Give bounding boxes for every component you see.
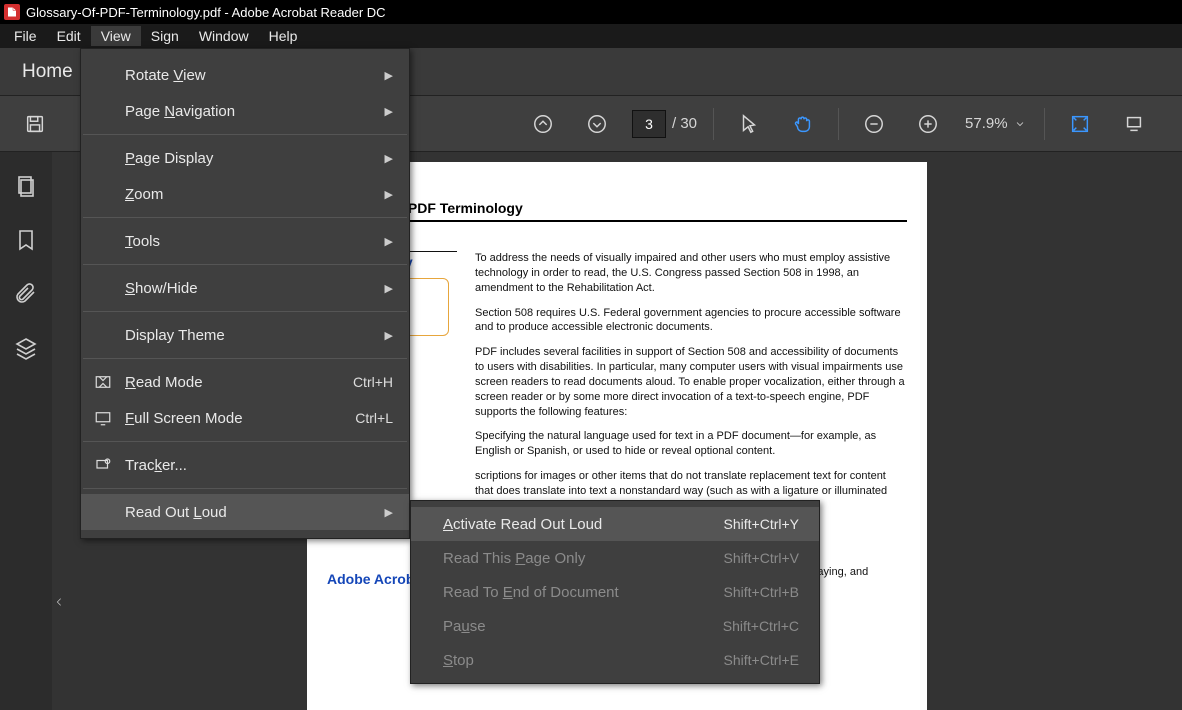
submenu-read-page[interactable]: Read This Page OnlyShift+Ctrl+V (411, 541, 819, 575)
entry-paragraph: PDF includes several facilities in suppo… (475, 345, 907, 419)
titlebar: Glossary-Of-PDF-Terminology.pdf - Adobe … (0, 0, 1182, 24)
left-nav-strip (0, 152, 52, 710)
chevron-right-icon: ▶ (385, 235, 393, 248)
entry-paragraph: To address the needs of visually impaire… (475, 251, 907, 296)
zoom-out-button[interactable] (853, 103, 895, 145)
menu-rotate-view[interactable]: Rotate View▶ (81, 57, 409, 93)
zoom-value: 57.9% (965, 115, 1014, 132)
page-up-button[interactable] (522, 103, 564, 145)
entry-paragraph: Specifying the natural language used for… (475, 429, 907, 459)
menu-separator (83, 264, 407, 265)
thumbnails-icon[interactable] (14, 174, 38, 198)
menu-separator (83, 488, 407, 489)
menu-window[interactable]: Window (189, 26, 259, 46)
chevron-right-icon: ▶ (385, 105, 393, 118)
chevron-right-icon: ▶ (385, 506, 393, 519)
menu-help[interactable]: Help (259, 26, 308, 46)
collapse-nav-button[interactable] (52, 590, 66, 614)
submenu-pause[interactable]: PauseShift+Ctrl+C (411, 609, 819, 643)
menu-separator (83, 441, 407, 442)
chevron-right-icon: ▶ (385, 282, 393, 295)
separator (838, 108, 839, 140)
menu-edit[interactable]: Edit (47, 26, 91, 46)
page-sep: / (672, 115, 676, 132)
attachment-icon[interactable] (14, 282, 38, 306)
submenu-activate[interactable]: Activate Read Out LoudShift+Ctrl+Y (411, 507, 819, 541)
submenu-read-to-end[interactable]: Read To End of DocumentShift+Ctrl+B (411, 575, 819, 609)
bookmark-icon[interactable] (14, 228, 38, 252)
entry-paragraph: scriptions for images or other items tha… (475, 469, 907, 499)
chevron-right-icon: ▶ (385, 188, 393, 201)
page-down-button[interactable] (576, 103, 618, 145)
page-total: 30 (680, 115, 697, 132)
separator (713, 108, 714, 140)
tracker-icon (93, 455, 113, 475)
view-menu-dropdown: Rotate View▶ Page Navigation▶ Page Displ… (80, 48, 410, 539)
page-indicator: / 30 (632, 110, 697, 138)
menu-page-navigation[interactable]: Page Navigation▶ (81, 93, 409, 129)
read-mode-icon (93, 372, 113, 392)
page-display-button[interactable] (1113, 103, 1155, 145)
menu-read-out-loud[interactable]: Read Out Loud▶ (81, 494, 409, 530)
hand-tool-button[interactable] (782, 103, 824, 145)
app-icon (4, 4, 20, 20)
doc-letter: A (327, 228, 907, 249)
chevron-down-icon (1014, 118, 1026, 130)
entry-paragraph: Section 508 requires U.S. Federal govern… (475, 306, 907, 336)
layers-icon[interactable] (14, 336, 38, 360)
chevron-right-icon: ▶ (385, 329, 393, 342)
menu-show-hide[interactable]: Show/Hide▶ (81, 270, 409, 306)
menu-view[interactable]: View (91, 26, 141, 46)
window-title: Glossary-Of-PDF-Terminology.pdf - Adobe … (26, 5, 386, 20)
zoom-dropdown[interactable]: 57.9% (965, 115, 1026, 132)
menu-display-theme[interactable]: Display Theme▶ (81, 317, 409, 353)
fit-page-button[interactable] (1059, 103, 1101, 145)
menu-full-screen[interactable]: Full Screen Mode Ctrl+L (81, 400, 409, 436)
menu-separator (83, 358, 407, 359)
zoom-in-button[interactable] (907, 103, 949, 145)
selection-tool-button[interactable] (728, 103, 770, 145)
menu-page-display[interactable]: Page Display▶ (81, 140, 409, 176)
page-number-input[interactable] (632, 110, 666, 138)
menu-separator (83, 217, 407, 218)
doc-heading: Glossary of PDF Terminology (327, 200, 907, 222)
separator (1044, 108, 1045, 140)
menu-tracker[interactable]: Tracker... (81, 447, 409, 483)
menu-read-mode[interactable]: Read Mode Ctrl+H (81, 364, 409, 400)
menu-separator (83, 134, 407, 135)
menu-separator (83, 311, 407, 312)
chevron-right-icon: ▶ (385, 152, 393, 165)
menu-tools[interactable]: Tools▶ (81, 223, 409, 259)
menubar: File Edit View Sign Window Help (0, 24, 1182, 48)
save-button[interactable] (14, 103, 56, 145)
menu-file[interactable]: File (4, 26, 47, 46)
menu-sign[interactable]: Sign (141, 26, 189, 46)
chevron-right-icon: ▶ (385, 69, 393, 82)
read-out-loud-submenu: Activate Read Out LoudShift+Ctrl+Y Read … (410, 500, 820, 684)
menu-zoom[interactable]: Zoom▶ (81, 176, 409, 212)
submenu-stop[interactable]: StopShift+Ctrl+E (411, 643, 819, 677)
full-screen-icon (93, 408, 113, 428)
